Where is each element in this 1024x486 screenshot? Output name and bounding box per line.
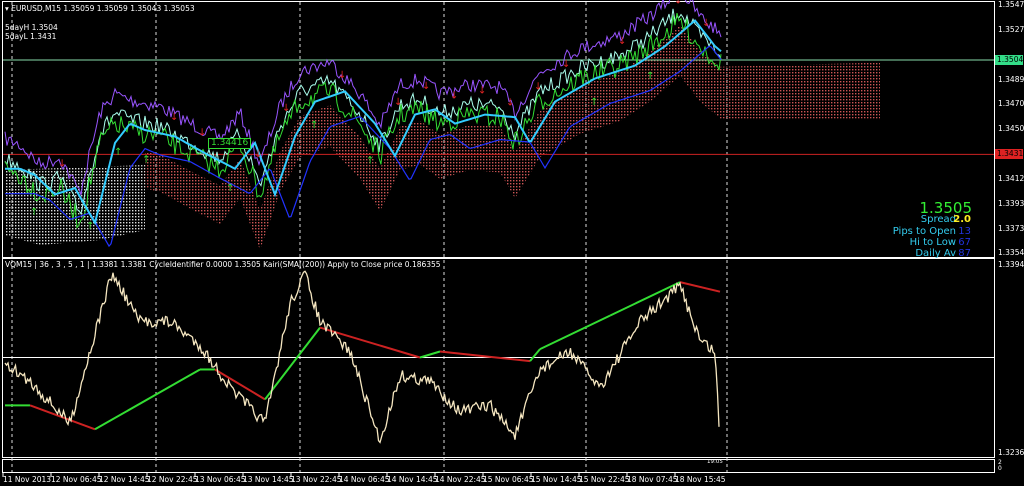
current-price-tag: 1.35043 [995, 55, 1024, 66]
oscillator-lines [3, 270, 994, 444]
time-label: 11 Nov 2013 [3, 475, 52, 484]
price-tick: 1.33546 [998, 248, 1024, 257]
up-arrow-icon: ↑ [86, 221, 94, 232]
price-tick: 1.34120 [998, 174, 1024, 183]
pips-open-label: Pips to Open [892, 226, 956, 237]
time-label: 13 Nov 22:45 [291, 475, 342, 484]
price-label-box: 1.34416 [208, 138, 252, 149]
down-arrow-icon: ↓ [338, 70, 346, 81]
red-cloud [145, 25, 880, 250]
up-arrow-icon: ↑ [30, 207, 38, 218]
price-tick: 1.34505 [998, 124, 1024, 134]
time-label: 14 Nov 22:45 [435, 475, 486, 484]
up-arrow-icon: ↑ [114, 147, 122, 158]
time-label: 18 Nov 07:45 [627, 475, 678, 484]
red-level-tag: 1.34311 [995, 149, 1024, 160]
signal-line-segment [679, 281, 721, 293]
up-arrow-icon: ↑ [310, 120, 318, 131]
osc-axis-bottom: 1.3236 [998, 448, 1024, 457]
up-arrow-icon: ↑ [646, 71, 654, 82]
time-label: 15 Nov 06:45 [483, 475, 534, 484]
dropdown-triangle-icon[interactable]: ▾ [5, 4, 9, 13]
pips-open-value: 13 [958, 226, 971, 237]
up-arrow-icon: ↑ [366, 155, 374, 166]
down-arrow-icon: ↓ [534, 82, 542, 93]
down-arrow-icon: ↓ [282, 103, 290, 114]
five-day-low: 5dayL 1.3431 [5, 32, 57, 41]
indicator-header: VQM15 | 36 , 3 , 5 , 1 | 1.3381 1.3381 C… [5, 260, 441, 269]
time-label: 14 Nov 14:45 [387, 475, 438, 484]
price-tick: 1.34700 [998, 99, 1024, 109]
daily-av-label: Daily Av [915, 248, 956, 259]
down-arrow-icon: ↓ [478, 85, 486, 96]
up-arrow-icon: ↑ [590, 97, 598, 108]
price-tick: 1.35470 [998, 0, 1024, 9]
price-tick: 1.33735 [998, 223, 1024, 233]
down-arrow-icon: ↓ [562, 59, 570, 70]
hi-low-value: 67 [958, 237, 971, 248]
price-tick: 1.35275 [998, 25, 1024, 35]
signal-line-segment [529, 348, 541, 362]
signal-line-segment [609, 281, 681, 317]
ichimoku-cloud [5, 25, 880, 250]
down-arrow-icon: ↓ [618, 36, 626, 47]
signal-line-segment [439, 350, 531, 363]
daily-av-value: 87 [958, 248, 971, 259]
time-label: 12 Nov 14:45 [99, 475, 150, 484]
down-arrow-icon: ↓ [170, 112, 178, 123]
down-arrow-icon: ↓ [450, 91, 458, 102]
signal-line-segment [94, 368, 201, 431]
five-day-high: 5dayH 1.3504 [5, 23, 58, 32]
price-tick: 1.33930 [998, 198, 1024, 208]
time-label: 13 Nov 14:45 [243, 475, 294, 484]
down-arrow-icon: ↓ [394, 97, 402, 108]
down-arrow-icon: ↓ [198, 127, 206, 138]
hi-low-label: Hi to Low [909, 237, 956, 248]
signal-line-segment [214, 368, 266, 401]
time-label: 15 Nov 22:45 [579, 475, 630, 484]
signal-line-segment [419, 350, 441, 359]
spread-label: Spread [920, 214, 956, 225]
time-label: 15 Nov 14:45 [531, 475, 582, 484]
price-tick: 1.34890 [998, 74, 1024, 84]
time-marker: 19:05 [707, 459, 723, 465]
time-label: 12 Nov 06:45 [51, 475, 102, 484]
time-label: 12 Nov 22:45 [147, 475, 198, 484]
time-label: 13 Nov 06:45 [195, 475, 246, 484]
symbol-quote: EURUSD,M15 1.35059 1.35059 1.35043 1.350… [11, 4, 195, 13]
up-arrow-icon: ↑ [226, 183, 234, 194]
down-arrow-icon: ↓ [506, 97, 514, 108]
time-label: 14 Nov 06:45 [339, 475, 390, 484]
oscillator-line [4, 270, 720, 444]
chart-canvas[interactable]: ↑ ↓ ↑ ↑ ↑ ↓ ↓ ↑ ↓ ↓ ↑ ↓ ↑ ↓ ↓ ↓ ↓ ↓ ↓ ↓ ↑ ↓ ↑ ↓ ↓ [0, 0, 1024, 486]
down-arrow-icon: ↓ [58, 159, 66, 170]
spread-value: 2.0 [953, 214, 971, 225]
down-arrow-icon: ↓ [674, 0, 682, 7]
down-arrow-icon: ↓ [422, 81, 430, 92]
up-arrow-icon: ↑ [142, 155, 150, 166]
signal-line-segment [539, 314, 611, 351]
sub-axis-bottom: 0 [998, 465, 1002, 472]
symbol-header: ▾ EURUSD,M15 1.35059 1.35059 1.35043 1.3… [5, 4, 195, 13]
signal-line-segment [264, 326, 321, 400]
time-label: 18 Nov 15:45 [675, 475, 726, 484]
down-arrow-icon: ↓ [254, 149, 262, 160]
osc-axis-top: 1.3394 [998, 260, 1024, 269]
down-arrow-icon: ↓ [702, 18, 710, 29]
